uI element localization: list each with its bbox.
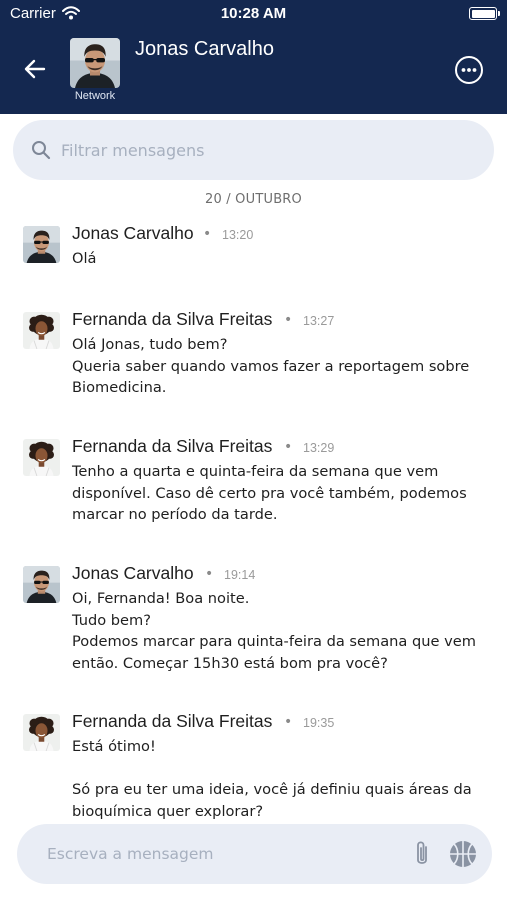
message-input[interactable] [47, 824, 402, 884]
basketball-icon [450, 841, 476, 867]
sender-name: Fernanda da Silva Freitas [72, 436, 273, 456]
message-text: Olá [72, 250, 97, 267]
separator-dot: • [284, 714, 293, 730]
contact-avatar-caption: Network [74, 90, 116, 102]
message-composer [17, 824, 492, 884]
status-time: 10:28 AM [220, 5, 287, 22]
search-bar [13, 120, 494, 180]
sender-avatar[interactable] [23, 226, 60, 263]
search-input[interactable] [61, 120, 481, 180]
message-text: Tenho a quarta e quinta-feira da semana … [72, 463, 467, 523]
message-time: 19:35 [303, 716, 335, 730]
back-button[interactable] [20, 55, 50, 83]
sender-name: Jonas Carvalho [72, 563, 194, 583]
date-separator: 20 / OUTUBRO [205, 192, 302, 207]
message-time: 13:27 [303, 314, 335, 328]
contact-name: Jonas Carvalho [135, 38, 274, 60]
app-header: Carrier 10:28 AM Network Jonas Carvalho [0, 0, 507, 114]
separator-dot: • [284, 439, 293, 455]
sender-name: Jonas Carvalho [72, 223, 194, 243]
more-options-button[interactable] [454, 55, 484, 85]
sender-avatar[interactable] [23, 566, 60, 603]
battery-icon [469, 7, 500, 20]
message-time: 13:20 [222, 228, 254, 242]
sender-avatar[interactable] [23, 714, 60, 751]
separator-dot: • [284, 312, 293, 328]
more-options-icon [455, 56, 483, 84]
message-time: 19:14 [224, 568, 256, 582]
separator-dot: • [205, 566, 214, 582]
sender-name: Fernanda da Silva Freitas [72, 711, 273, 731]
message-text: Oi, Fernanda! Boa noite. Tudo bem? Podem… [72, 590, 476, 672]
contact-avatar[interactable] [70, 38, 120, 88]
attach-button[interactable] [411, 839, 433, 869]
send-button[interactable] [448, 839, 478, 869]
message-time: 13:29 [303, 441, 335, 455]
separator-dot: • [203, 226, 212, 242]
sender-avatar[interactable] [23, 312, 60, 349]
arrow-left-icon [24, 59, 46, 79]
status-bar: Carrier 10:28 AM [0, 0, 507, 28]
message-text: Está ótimo! Só pra eu ter uma ideia, voc… [72, 738, 472, 820]
sender-avatar[interactable] [23, 439, 60, 476]
sender-name: Fernanda da Silva Freitas [72, 309, 273, 329]
message-text: Olá Jonas, tudo bem? Queria saber quando… [72, 336, 470, 396]
search-icon [32, 141, 51, 160]
paperclip-icon [417, 841, 427, 864]
